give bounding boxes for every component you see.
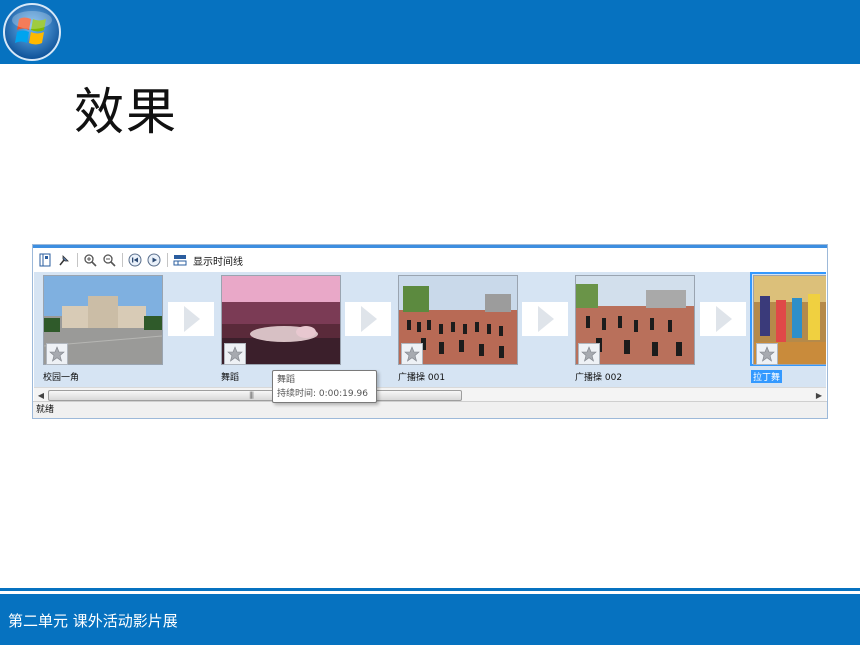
play-icon[interactable] xyxy=(146,252,162,268)
pin-icon[interactable] xyxy=(56,252,72,268)
storyboard-clip-selected[interactable] xyxy=(753,275,826,367)
toolbar-separator xyxy=(122,253,123,267)
scroll-right-icon[interactable]: ▶ xyxy=(812,388,826,402)
transition-slot[interactable] xyxy=(700,302,746,336)
storyboard-toolbar: 显示时间线 xyxy=(33,249,827,271)
storyboard-track: 校园一角 舞蹈 广播操 001 广播操 002 拉丁舞 xyxy=(34,272,826,390)
status-bar: 就绪 xyxy=(33,401,827,418)
window-top-accent xyxy=(33,245,827,248)
clip-tooltip: 舞蹈 持续时间: 0:00:19.96 xyxy=(272,370,377,403)
slide-header-band xyxy=(0,0,860,64)
clip-label: 校园一角 xyxy=(43,373,80,383)
tooltip-duration-label: 持续时间: xyxy=(277,389,317,399)
storyboard-clip[interactable] xyxy=(575,275,695,367)
clip-label: 广播操 002 xyxy=(575,373,623,383)
clip-effect-star-icon[interactable] xyxy=(401,343,423,365)
clip-effect-star-icon[interactable] xyxy=(756,343,778,365)
toolbar-separator xyxy=(167,253,168,267)
storyboard-icon[interactable] xyxy=(37,252,53,268)
slide-title: 效果 xyxy=(74,83,178,141)
storyboard-clip[interactable] xyxy=(43,275,163,367)
footer-divider xyxy=(0,588,860,591)
scroll-left-icon[interactable]: ◀ xyxy=(34,388,48,402)
transition-slot[interactable] xyxy=(345,302,391,336)
scroll-grip: ||| xyxy=(249,391,254,399)
tooltip-title: 舞蹈 xyxy=(277,375,296,385)
clip-label: 舞蹈 xyxy=(221,373,240,383)
tooltip-duration: 持续时间: 0:00:19.96 xyxy=(277,387,372,401)
zoom-out-icon[interactable] xyxy=(101,252,117,268)
clip-effect-star-icon[interactable] xyxy=(46,343,68,365)
status-text: 就绪 xyxy=(36,405,55,415)
windows-logo-icon xyxy=(2,2,62,62)
storyboard-clip[interactable] xyxy=(398,275,518,367)
tooltip-duration-value: 0:00:19.96 xyxy=(318,389,368,399)
horizontal-scrollbar[interactable]: ◀ ||| ▶ xyxy=(34,387,826,402)
movie-maker-storyboard-window: 显示时间线 校园一角 舞蹈 广播操 001 广播操 002 拉丁舞 ◀ ||| … xyxy=(32,244,828,419)
scrollbar-thumb[interactable]: ||| xyxy=(48,390,462,401)
clip-effect-star-icon[interactable] xyxy=(224,343,246,365)
clip-label-selected: 拉丁舞 xyxy=(751,370,783,383)
toolbar-separator xyxy=(77,253,78,267)
transition-slot[interactable] xyxy=(522,302,568,336)
show-timeline-button[interactable]: 显示时间线 xyxy=(193,253,243,268)
transition-slot[interactable] xyxy=(168,302,214,336)
zoom-in-icon[interactable] xyxy=(82,252,98,268)
storyboard-clip[interactable] xyxy=(221,275,341,367)
rewind-icon[interactable] xyxy=(127,252,143,268)
slide-footer-text: 第二单元 课外活动影片展 xyxy=(8,612,178,630)
clip-effect-star-icon[interactable] xyxy=(578,343,600,365)
timeline-icon[interactable] xyxy=(172,252,188,268)
clip-label: 广播操 001 xyxy=(398,373,446,383)
